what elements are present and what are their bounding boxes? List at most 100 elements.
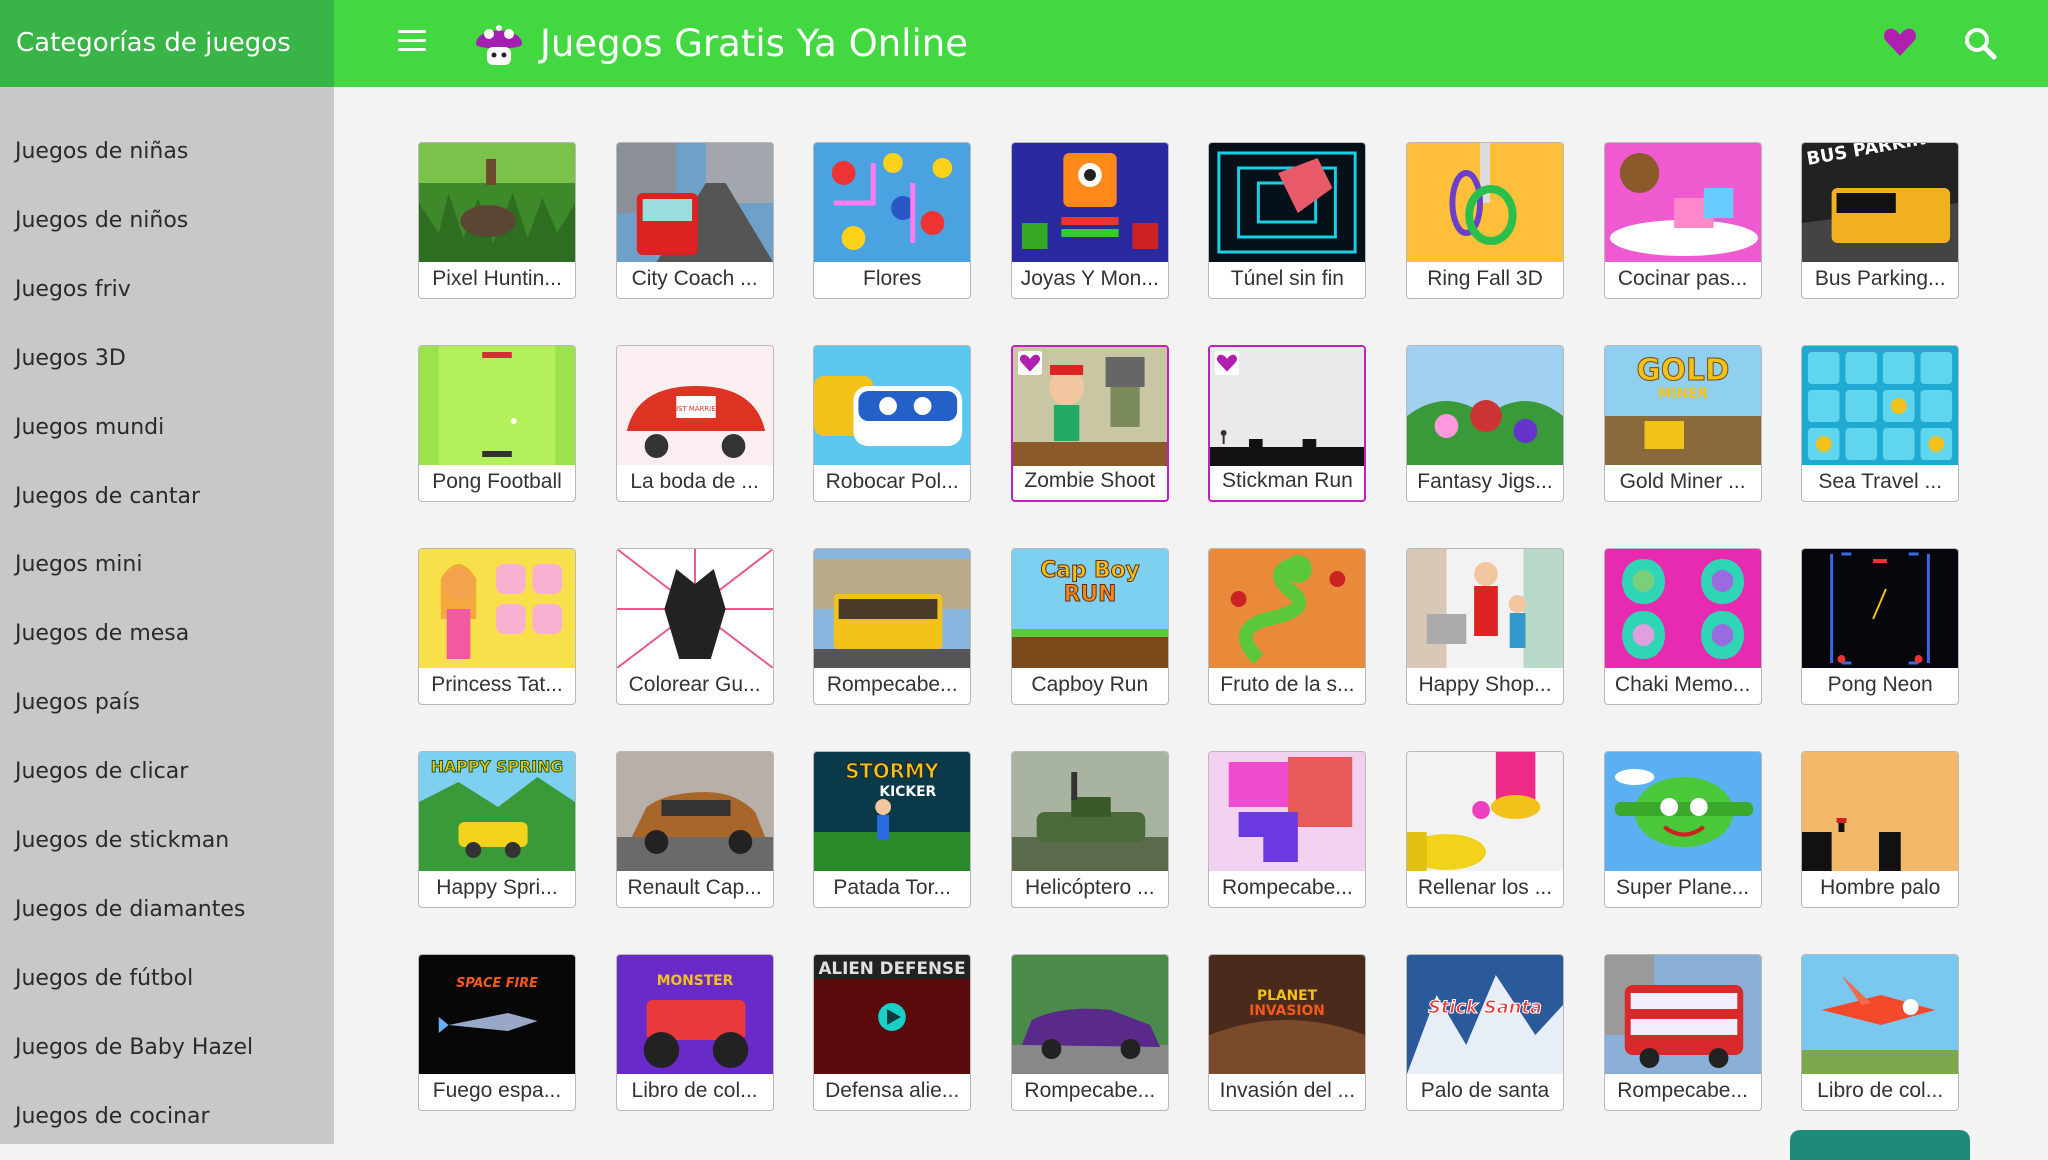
sidebar-item-ninas[interactable]: Juegos de niñas (15, 139, 188, 164)
game-card[interactable]: Fruto de la s... (1208, 548, 1367, 705)
sidebar-item-mini[interactable]: Juegos mini (15, 552, 142, 577)
game-thumbnail[interactable] (1604, 143, 1761, 262)
favorite-heart-icon[interactable] (1017, 351, 1043, 375)
game-card[interactable]: HAPPY SPRING Happy Spri... (418, 751, 576, 908)
game-card[interactable]: Cap Boy RUN Capboy Run (1010, 548, 1169, 705)
game-card[interactable]: Fantasy Jigs... (1406, 345, 1564, 502)
game-title[interactable]: Robocar Pol... (814, 463, 970, 501)
game-title[interactable]: Pixel Huntin... (419, 260, 575, 298)
game-title[interactable]: Fantasy Jigs... (1407, 463, 1563, 501)
game-thumbnail[interactable] (1209, 143, 1366, 262)
game-title[interactable]: Flores (814, 260, 970, 298)
game-card[interactable]: Chaki Memo... (1603, 548, 1762, 705)
sidebar-item-cocinar[interactable]: Juegos de cocinar (15, 1104, 210, 1129)
game-thumbnail[interactable] (616, 752, 773, 871)
game-card[interactable]: JUST MARRIED La boda de ... (615, 345, 774, 502)
game-thumbnail[interactable] (814, 549, 971, 668)
game-card[interactable]: Pixel Huntin... (418, 142, 576, 299)
game-thumbnail[interactable]: BUS PARKING (1802, 143, 1959, 262)
game-thumbnail[interactable]: JUST MARRIED (616, 346, 773, 465)
game-card[interactable]: MONSTER Libro de col... (615, 954, 774, 1111)
game-card[interactable]: BUS PARKING Bus Parking... (1801, 142, 1960, 299)
sidebar-item-pais[interactable]: Juegos país (15, 690, 140, 715)
game-title[interactable]: Super Plane... (1605, 869, 1761, 907)
game-card[interactable]: Stickman Run (1208, 345, 1367, 502)
game-thumbnail[interactable]: Cap Boy RUN (1011, 549, 1168, 668)
game-card[interactable]: GOLD MINER Gold Miner ... (1603, 345, 1762, 502)
favorites-heart-icon[interactable] (1882, 24, 1918, 60)
game-thumbnail[interactable] (1802, 549, 1959, 668)
game-card[interactable]: Rompecabe... (1603, 954, 1762, 1111)
game-card[interactable]: Túnel sin fin (1208, 142, 1367, 299)
game-title[interactable]: Rompecabe... (1605, 1072, 1761, 1110)
load-more-button[interactable] (1790, 1130, 1970, 1160)
sidebar-item-baby-hazel[interactable]: Juegos de Baby Hazel (15, 1035, 253, 1060)
game-thumbnail[interactable] (1802, 752, 1959, 871)
sidebar-item-mesa[interactable]: Juegos de mesa (15, 621, 189, 646)
game-card[interactable]: Joyas Y Mon... (1010, 142, 1169, 299)
game-card[interactable]: City Coach ... (615, 142, 774, 299)
game-card[interactable]: Rompecabe... (813, 548, 972, 705)
game-title[interactable]: Pong Neon (1802, 666, 1958, 704)
game-thumbnail[interactable] (419, 549, 575, 668)
game-title[interactable]: Patada Tor... (814, 869, 970, 907)
game-thumbnail[interactable]: HAPPY SPRING (419, 752, 575, 871)
game-thumbnail[interactable] (814, 346, 971, 465)
game-title[interactable]: Palo de santa (1407, 1072, 1563, 1110)
game-title[interactable]: Helicóptero ... (1012, 869, 1168, 907)
game-title[interactable]: Libro de col... (617, 1072, 773, 1110)
game-card[interactable]: Libro de col... (1801, 954, 1960, 1111)
game-card[interactable]: Helicóptero ... (1010, 751, 1169, 908)
game-card[interactable]: SPACE FIRE Fuego espa... (418, 954, 576, 1111)
game-title[interactable]: Zombie Shoot (1013, 462, 1167, 500)
game-card[interactable]: Ring Fall 3D (1406, 142, 1564, 299)
game-thumbnail[interactable]: STORMY KICKER (814, 752, 971, 871)
game-title[interactable]: Hombre palo (1802, 869, 1958, 907)
site-title[interactable]: Juegos Gratis Ya Online (540, 0, 968, 87)
game-title[interactable]: Princess Tat... (419, 666, 575, 704)
game-card[interactable]: Pong Football (418, 345, 576, 502)
search-icon[interactable] (1963, 26, 1997, 60)
sidebar-item-ninos[interactable]: Juegos de niños (15, 208, 188, 233)
sidebar-item-friv[interactable]: Juegos friv (15, 277, 131, 302)
game-thumbnail[interactable] (616, 549, 773, 668)
game-title[interactable]: Pong Football (419, 463, 575, 501)
game-thumbnail[interactable] (1802, 955, 1959, 1074)
sidebar-item-3d[interactable]: Juegos 3D (15, 346, 126, 371)
game-thumbnail[interactable] (1604, 955, 1761, 1074)
game-title[interactable]: Capboy Run (1012, 666, 1168, 704)
game-card[interactable]: Super Plane... (1603, 751, 1762, 908)
game-title[interactable]: Sea Travel ... (1802, 463, 1958, 501)
game-card[interactable]: Zombie Shoot (1010, 345, 1169, 502)
game-thumbnail[interactable] (1802, 346, 1959, 465)
game-card[interactable]: Flores (813, 142, 972, 299)
game-title[interactable]: Renault Cap... (617, 869, 773, 907)
game-thumbnail[interactable] (419, 143, 575, 262)
game-card[interactable]: Sea Travel ... (1801, 345, 1960, 502)
menu-icon[interactable] (398, 30, 426, 56)
game-card[interactable]: Rellenar los ... (1406, 751, 1564, 908)
game-card[interactable]: Princess Tat... (418, 548, 576, 705)
game-thumbnail[interactable]: ALIEN DEFENSE (814, 955, 971, 1074)
game-card[interactable]: Colorear Gu... (615, 548, 774, 705)
game-thumbnail[interactable] (1209, 549, 1366, 668)
game-title[interactable]: Gold Miner ... (1605, 463, 1761, 501)
game-thumbnail[interactable] (419, 346, 575, 465)
sidebar-item-diamantes[interactable]: Juegos de diamantes (15, 897, 245, 922)
game-thumbnail[interactable] (1407, 143, 1563, 262)
game-thumbnail[interactable] (814, 143, 971, 262)
game-card[interactable]: Happy Shop... (1406, 548, 1564, 705)
game-title[interactable]: Happy Spri... (419, 869, 575, 907)
game-card[interactable]: Renault Cap... (615, 751, 774, 908)
game-title[interactable]: Rellenar los ... (1407, 869, 1563, 907)
game-thumbnail[interactable] (1407, 752, 1563, 871)
sidebar-item-mundi[interactable]: Juegos mundi (15, 415, 164, 440)
game-title[interactable]: Fuego espa... (419, 1072, 575, 1110)
game-card[interactable]: PLANET INVASION Invasión del ... (1208, 954, 1367, 1111)
game-thumbnail[interactable] (1011, 143, 1168, 262)
game-title[interactable]: Stickman Run (1210, 462, 1364, 500)
game-thumbnail[interactable] (616, 143, 773, 262)
game-title[interactable]: La boda de ... (617, 463, 773, 501)
game-title[interactable]: Colorear Gu... (617, 666, 773, 704)
game-thumbnail[interactable]: PLANET INVASION (1209, 955, 1366, 1074)
